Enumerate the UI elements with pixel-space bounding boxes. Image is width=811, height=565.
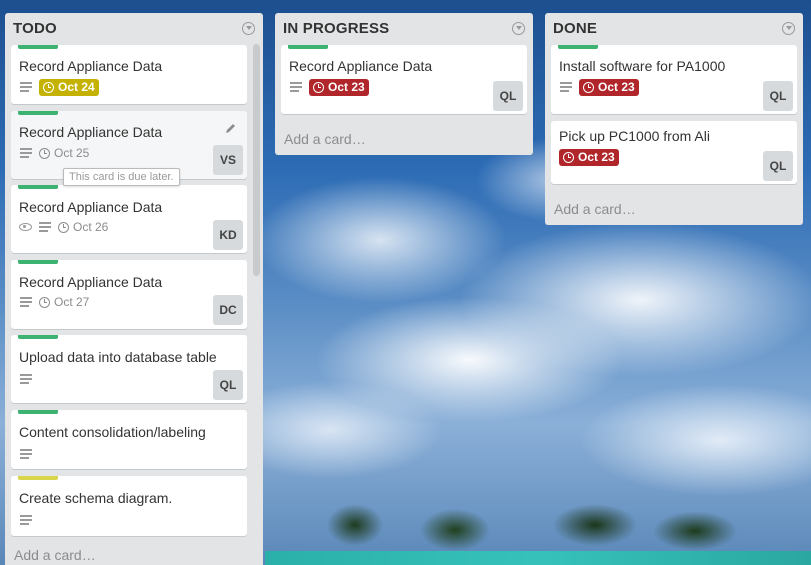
card-label[interactable] xyxy=(18,335,58,339)
member-avatar[interactable]: QL xyxy=(213,370,243,400)
list-title[interactable]: TODO xyxy=(13,20,57,37)
card-badges: Oct 23 xyxy=(289,78,369,96)
list-menu-icon[interactable] xyxy=(512,22,525,35)
card-label[interactable] xyxy=(558,45,598,49)
card-badges: Oct 27 xyxy=(19,293,93,311)
member-avatar[interactable]: QL xyxy=(763,81,793,111)
due-date-text: Oct 23 xyxy=(578,150,615,164)
card-label[interactable] xyxy=(18,45,58,49)
card-todo-7[interactable]: Create schema diagram. xyxy=(11,476,247,536)
card-label[interactable] xyxy=(18,185,58,189)
card-title: Create schema diagram. xyxy=(19,490,173,506)
card-badges xyxy=(19,445,33,463)
card-label[interactable] xyxy=(18,410,58,414)
card-label[interactable] xyxy=(18,476,58,480)
card-label[interactable] xyxy=(288,45,328,49)
due-date-text: Oct 26 xyxy=(73,220,109,234)
add-card-link[interactable]: Add a card… xyxy=(554,201,636,217)
card-badges: Oct 23 xyxy=(559,78,639,96)
list-title[interactable]: DONE xyxy=(553,20,597,37)
due-date-tooltip: This card is due later. xyxy=(63,168,180,186)
card-badges: Oct 26 xyxy=(19,218,112,236)
due-date-badge[interactable]: Oct 26 xyxy=(58,219,112,236)
clock-icon xyxy=(39,296,50,308)
due-date-badge[interactable]: Oct 25 xyxy=(39,145,93,162)
card-in-progress-1[interactable]: Record Appliance Data Oct 23 QL xyxy=(281,45,527,114)
description-icon xyxy=(19,296,33,308)
list-header-todo[interactable]: TODO xyxy=(5,13,263,45)
card-title: Pick up PC1000 from Ali xyxy=(559,128,710,144)
clock-icon xyxy=(58,221,69,233)
member-avatar[interactable]: QL xyxy=(763,151,793,181)
card-badges xyxy=(19,370,33,388)
background-water xyxy=(265,551,811,565)
card-badges: Oct 24 xyxy=(19,78,99,96)
card-badges: Oct 23 xyxy=(559,148,619,166)
list-menu-icon[interactable] xyxy=(242,22,255,35)
list-todo: TODO Record Appliance Data Oct 24 Record… xyxy=(5,13,263,565)
add-card-link[interactable]: Add a card… xyxy=(284,131,366,147)
due-date-badge[interactable]: Oct 23 xyxy=(309,78,369,96)
card-todo-1[interactable]: Record Appliance Data Oct 24 xyxy=(11,45,247,104)
list-header-in-progress[interactable]: IN PROGRESS xyxy=(275,13,533,45)
add-card-link[interactable]: Add a card… xyxy=(14,547,96,563)
member-avatar[interactable]: KD xyxy=(213,220,243,250)
card-done-2[interactable]: Pick up PC1000 from Ali Oct 23 QL xyxy=(551,121,797,184)
description-icon xyxy=(38,221,52,233)
card-title: Record Appliance Data xyxy=(19,274,163,290)
due-date-text: Oct 25 xyxy=(54,146,90,160)
card-title: Upload data into database table xyxy=(19,349,217,365)
pencil-icon[interactable] xyxy=(225,122,237,134)
due-date-text: Oct 24 xyxy=(58,80,95,94)
list-title[interactable]: IN PROGRESS xyxy=(283,20,389,37)
member-avatar[interactable]: DC xyxy=(213,295,243,325)
list-scrollbar[interactable] xyxy=(253,44,260,276)
due-date-text: Oct 23 xyxy=(328,80,365,94)
member-avatar[interactable]: VS xyxy=(213,145,243,175)
due-date-badge[interactable]: Oct 23 xyxy=(579,78,639,96)
clock-icon xyxy=(43,81,54,93)
card-label[interactable] xyxy=(18,111,58,115)
card-title: Install software for PA1000 xyxy=(559,58,726,74)
due-date-badge[interactable]: Oct 24 xyxy=(39,78,99,96)
card-badges: Oct 25 xyxy=(19,144,93,162)
description-icon xyxy=(289,81,303,93)
card-title: Content consolidation/labeling xyxy=(19,424,206,440)
card-todo-5[interactable]: Upload data into database table QL xyxy=(11,335,247,403)
clock-icon xyxy=(583,81,594,93)
description-icon xyxy=(559,81,573,93)
list-in-progress: IN PROGRESS Record Appliance Data Oct 23… xyxy=(275,13,533,155)
card-todo-4[interactable]: Record Appliance Data Oct 27 DC xyxy=(11,260,247,329)
list-header-done[interactable]: DONE xyxy=(545,13,803,45)
description-icon xyxy=(19,514,33,526)
clock-icon xyxy=(39,147,50,159)
card-title: Record Appliance Data xyxy=(19,58,163,74)
due-date-text: Oct 23 xyxy=(598,80,635,94)
due-date-badge[interactable]: Oct 27 xyxy=(39,294,93,311)
description-icon xyxy=(19,81,33,93)
due-date-badge[interactable]: Oct 23 xyxy=(559,148,619,166)
due-date-text: Oct 27 xyxy=(54,295,90,309)
card-todo-3[interactable]: Record Appliance Data Oct 26 KD xyxy=(11,185,247,253)
description-icon xyxy=(19,147,33,159)
card-title: Record Appliance Data xyxy=(19,199,163,215)
list-done: DONE Install software for PA1000 Oct 23 … xyxy=(545,13,803,225)
clock-icon xyxy=(563,151,574,163)
list-menu-icon[interactable] xyxy=(782,22,795,35)
card-todo-6[interactable]: Content consolidation/labeling xyxy=(11,410,247,469)
card-title: Record Appliance Data xyxy=(289,58,433,74)
description-icon xyxy=(19,448,33,460)
member-avatar[interactable]: QL xyxy=(493,81,523,111)
card-label[interactable] xyxy=(18,260,58,264)
card-badges xyxy=(19,511,33,529)
clock-icon xyxy=(313,81,324,93)
card-title: Record Appliance Data xyxy=(19,124,163,140)
card-done-1[interactable]: Install software for PA1000 Oct 23 QL xyxy=(551,45,797,114)
eye-icon xyxy=(19,223,32,231)
description-icon xyxy=(19,373,33,385)
